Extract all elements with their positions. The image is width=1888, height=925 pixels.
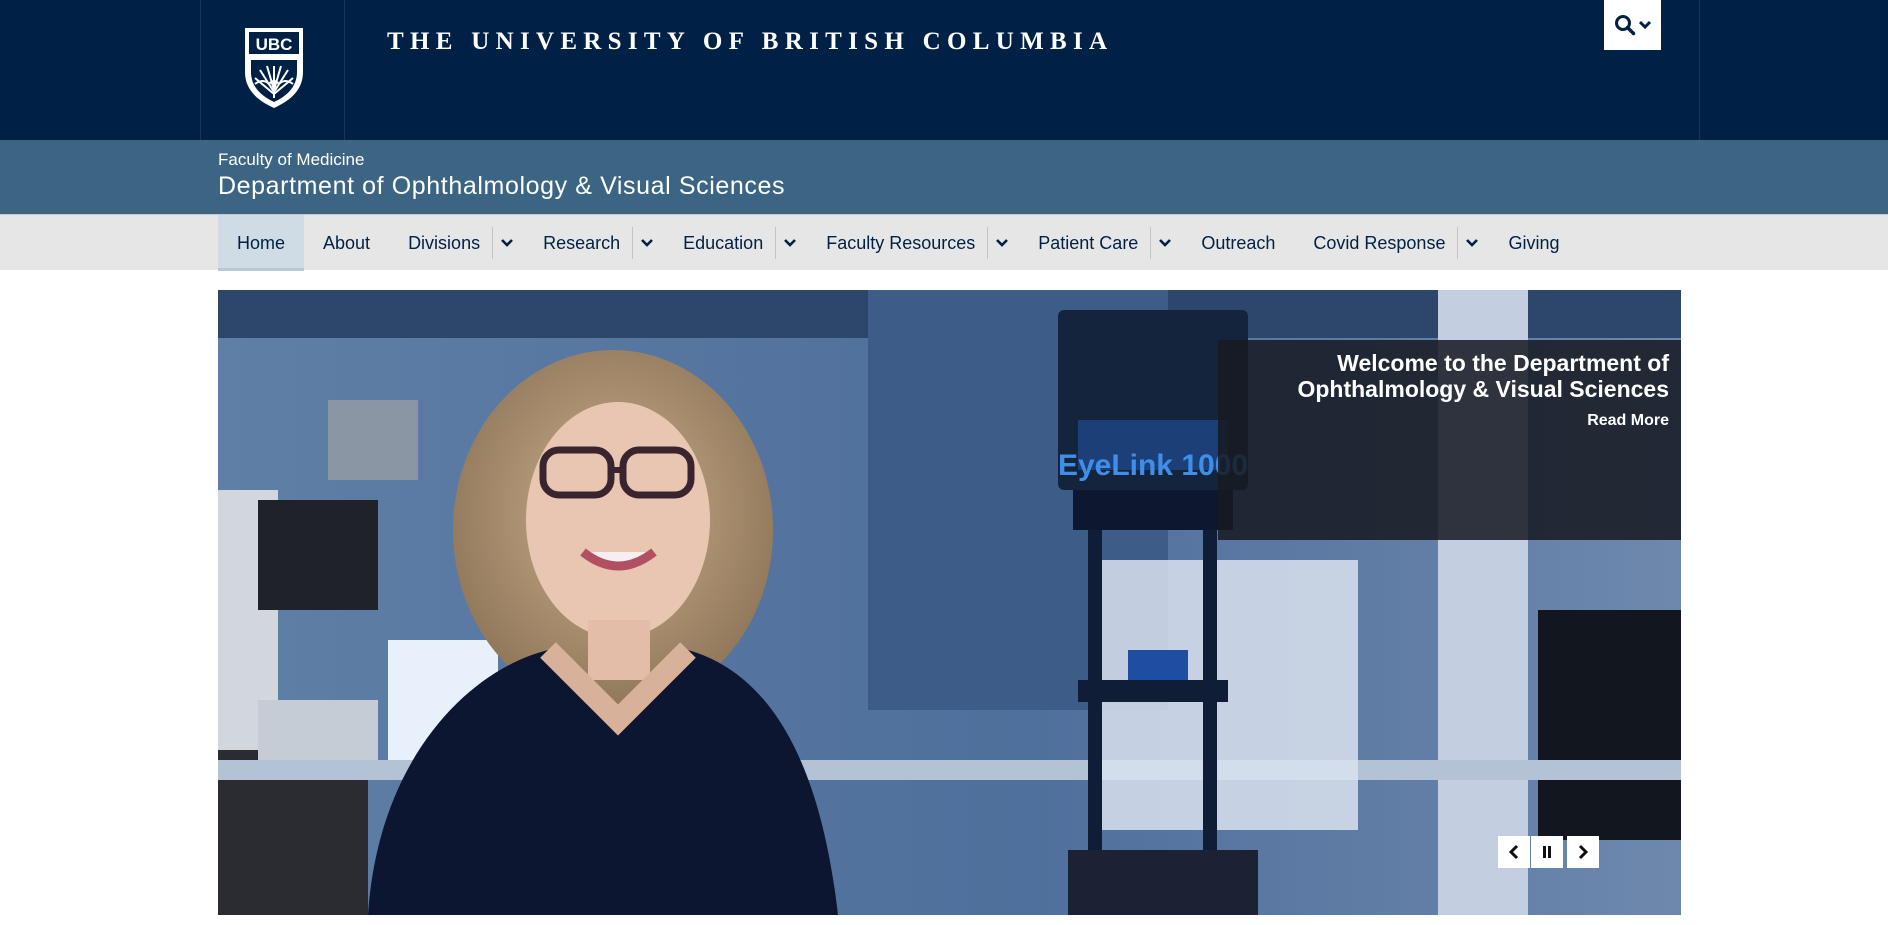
chevron-down-icon — [995, 239, 1008, 247]
ubc-wordmark[interactable]: THE UNIVERSITY OF BRITISH COLUMBIA — [387, 28, 1113, 56]
main-navigation: Home About Divisions Research Education … — [0, 214, 1888, 271]
nav-item-home: Home — [218, 215, 305, 271]
chevron-down-icon — [783, 239, 796, 247]
pause-icon — [1543, 846, 1551, 858]
hero-caption-panel: Welcome to the Department of Ophthalmolo… — [1218, 340, 1681, 540]
nav-link-divisions[interactable]: Divisions — [389, 215, 492, 271]
ubc-header-inner: UBC THE UNIVERSITY OF BRITISH COLUMBIA — [200, 0, 1700, 140]
chevron-down-icon — [1466, 239, 1478, 247]
chevron-down-icon — [1638, 20, 1651, 30]
patient-care-submenu-toggle[interactable] — [1150, 227, 1178, 259]
chevron-down-icon — [640, 239, 653, 247]
nav-item-giving: Giving — [1489, 215, 1578, 271]
nav-item-education: Education — [664, 215, 807, 271]
hero-carousel: EyeLink 1000 Welcome to the Department o… — [218, 290, 1681, 915]
search-icon — [1614, 15, 1635, 36]
nav-link-home[interactable]: Home — [218, 215, 305, 271]
crest-text: UBC — [256, 35, 293, 54]
carousel-controls — [1498, 836, 1599, 868]
previous-slide-button[interactable] — [1498, 836, 1530, 868]
ubc-crest-logo: UBC — [245, 28, 303, 108]
divisions-submenu-toggle[interactable] — [492, 227, 520, 259]
nav-item-faculty-resources: Faculty Resources — [807, 215, 1019, 271]
nav-item-divisions: Divisions — [389, 215, 524, 271]
education-submenu-toggle[interactable] — [775, 227, 803, 259]
nav-item-covid-response: Covid Response — [1294, 215, 1489, 271]
unit-bar: Faculty of Medicine Department of Ophtha… — [0, 140, 1888, 214]
department-title[interactable]: Department of Ophthalmology & Visual Sci… — [218, 172, 785, 201]
nav-link-education[interactable]: Education — [664, 215, 775, 271]
search-toggle-button[interactable] — [1604, 0, 1661, 50]
nav-item-research: Research — [524, 215, 664, 271]
nav-link-outreach[interactable]: Outreach — [1182, 215, 1294, 271]
hero-caption-title: Welcome to the Department of Ophthalmolo… — [1297, 350, 1669, 402]
nav-item-patient-care: Patient Care — [1019, 215, 1182, 271]
nav-link-patient-care[interactable]: Patient Care — [1019, 215, 1150, 271]
next-slide-button[interactable] — [1567, 836, 1599, 868]
chevron-left-icon — [1508, 844, 1519, 860]
nav-link-research[interactable]: Research — [524, 215, 632, 271]
read-more-link[interactable]: Read More — [1587, 412, 1669, 430]
chevron-down-icon — [1158, 239, 1171, 247]
faculty-resources-submenu-toggle[interactable] — [987, 227, 1015, 259]
nav-item-outreach: Outreach — [1182, 215, 1294, 271]
covid-response-submenu-toggle[interactable] — [1457, 227, 1485, 259]
nav-link-covid-response[interactable]: Covid Response — [1294, 215, 1457, 271]
nav-item-about: About — [304, 215, 389, 271]
chevron-right-icon — [1578, 844, 1589, 860]
chevron-down-icon — [500, 239, 513, 247]
nav-link-about[interactable]: About — [304, 215, 389, 271]
ubc-global-header: UBC THE UNIVERSITY OF BRITISH COLUMBIA — [0, 0, 1888, 140]
ubc-crest-link[interactable]: UBC — [201, 0, 345, 140]
pause-slide-button[interactable] — [1531, 836, 1563, 868]
nav-list: Home About Divisions Research Education … — [218, 215, 1578, 271]
faculty-link[interactable]: Faculty of Medicine — [218, 150, 364, 170]
nav-link-faculty-resources[interactable]: Faculty Resources — [807, 215, 987, 271]
nav-link-giving[interactable]: Giving — [1489, 215, 1578, 271]
research-submenu-toggle[interactable] — [632, 227, 660, 259]
